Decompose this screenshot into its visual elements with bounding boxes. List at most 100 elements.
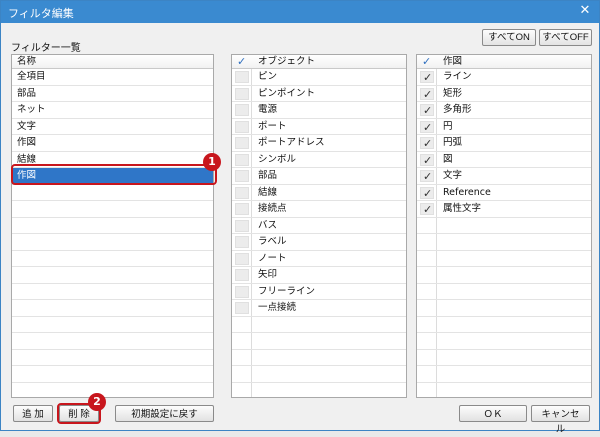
checkbox[interactable]	[235, 252, 249, 265]
checkbox[interactable]	[235, 170, 249, 182]
checklist-row[interactable]: ✓ 矩形	[417, 85, 591, 102]
selected-row-highlight	[11, 164, 217, 185]
checkbox-column	[417, 267, 437, 283]
filter-list-item	[12, 333, 213, 350]
all-off-button[interactable]: すべてOFF	[539, 29, 592, 46]
all-on-button[interactable]: すべてON	[482, 29, 536, 46]
checkbox[interactable]: ✓	[420, 87, 434, 101]
filter-list-item[interactable]: 作図	[12, 135, 213, 152]
checkbox[interactable]: ✓	[420, 153, 434, 167]
check-icon: ✓	[423, 153, 433, 167]
filter-list-item-label: 文字	[17, 120, 37, 132]
filter-list-item	[12, 267, 213, 284]
filter-list-item-label: 作図	[17, 137, 37, 148]
checklist-row[interactable]: 接続点	[232, 201, 406, 218]
checkbox[interactable]	[235, 285, 249, 298]
checklist-row[interactable]: 矢印	[232, 267, 406, 284]
checkbox-column	[417, 349, 437, 365]
checklist-row[interactable]: シンボル	[232, 151, 406, 168]
checklist-label: 属性文字	[443, 203, 482, 214]
check-icon: ✓	[423, 170, 433, 183]
filter-list-panel[interactable]: 名称 全項目 部品 ネット 文字 作図 結線 作図	[11, 54, 214, 398]
checklist-row[interactable]: ポートアドレス	[232, 135, 406, 152]
checkbox[interactable]	[235, 186, 249, 199]
checklist-row	[417, 382, 591, 397]
checklist-row[interactable]: ✓ 多角形	[417, 102, 591, 119]
checklist-row[interactable]: ✓ 図	[417, 151, 591, 168]
checkbox[interactable]	[235, 137, 249, 149]
checkbox[interactable]	[235, 87, 249, 100]
add-button[interactable]: 追 加	[13, 405, 53, 422]
checklist-label: 矢印	[258, 269, 278, 280]
checkbox[interactable]: ✓	[420, 104, 434, 117]
close-icon[interactable]: ✕	[577, 3, 593, 19]
checklist-row[interactable]: ピン	[232, 69, 406, 86]
checkbox[interactable]: ✓	[420, 120, 434, 134]
filter-list-item[interactable]: 全項目	[12, 69, 213, 86]
filter-list-item	[12, 251, 213, 267]
checklist-label: ポート	[258, 120, 287, 132]
filter-list-header: 名称	[12, 55, 213, 69]
checklist-row[interactable]: ✓ 文字	[417, 168, 591, 185]
checkbox[interactable]	[235, 71, 249, 83]
checkbox[interactable]	[235, 219, 249, 232]
checklist-row	[232, 349, 406, 366]
checkbox-column	[417, 250, 437, 266]
checklist-row[interactable]: ポート	[232, 118, 406, 135]
checklist-row	[417, 366, 591, 383]
cancel-button[interactable]: キャンセル	[531, 405, 590, 435]
checklist-row[interactable]: ✓ Reference	[417, 184, 591, 201]
checkbox[interactable]: ✓	[420, 71, 434, 84]
checklist-label: ピンポイント	[258, 87, 316, 99]
reset-defaults-button[interactable]: 初期設定に戻す	[115, 405, 214, 422]
checklist-label: フリーライン	[258, 285, 316, 297]
checklist-label: 接続点	[258, 203, 287, 214]
check-icon: ✓	[423, 120, 433, 134]
checklist-row[interactable]: 電源	[232, 102, 406, 119]
checkbox-column	[417, 283, 437, 299]
checklist-row[interactable]: ✓ ライン	[417, 69, 591, 86]
checklist-row[interactable]: ✓ 円弧	[417, 135, 591, 152]
checklist-row[interactable]: 部品	[232, 168, 406, 185]
drawing-panel[interactable]: ✓ 作図 ✓ ライン ✓ 矩形 ✓ 多角形 ✓ 円 ✓ 円弧 ✓ 図 ✓ 文字 ✓ Reference ✓ 属性文…	[416, 54, 592, 398]
checkbox[interactable]: ✓	[420, 186, 434, 200]
drawing-panel-header: ✓ 作図	[417, 55, 591, 69]
checklist-row[interactable]: ✓ 円	[417, 118, 591, 135]
checklist-row	[417, 217, 591, 234]
checklist-row[interactable]: フリーライン	[232, 283, 406, 300]
filter-list-item	[12, 284, 213, 300]
checklist-row	[417, 333, 591, 350]
filter-list-item	[12, 350, 213, 366]
checkbox-column	[417, 234, 437, 250]
checkbox[interactable]: ✓	[420, 137, 434, 150]
checklist-row[interactable]: ピンポイント	[232, 85, 406, 102]
checkbox[interactable]	[235, 153, 249, 166]
ok-button[interactable]: ＯＫ	[459, 405, 527, 422]
checkbox-column	[417, 217, 437, 233]
checklist-row	[232, 382, 406, 397]
checklist-label: ラベル	[258, 236, 287, 247]
filter-list-item[interactable]: 文字	[12, 119, 213, 135]
checklist-row[interactable]: バス	[232, 217, 406, 234]
checklist-row[interactable]: 一点接続	[232, 300, 406, 317]
checklist-label: Reference	[443, 186, 491, 198]
checklist-label: 結線	[258, 186, 278, 198]
checklist-row	[417, 300, 591, 317]
filter-list-item-label: ネット	[17, 104, 46, 115]
checklist-row[interactable]: ノート	[232, 250, 406, 267]
filter-list-item[interactable]: ネット	[12, 102, 213, 119]
checkbox[interactable]	[235, 236, 249, 248]
checkbox[interactable]: ✓	[420, 170, 434, 183]
checkbox[interactable]	[235, 302, 249, 314]
checklist-row[interactable]: ラベル	[232, 234, 406, 251]
checkbox[interactable]	[235, 104, 249, 116]
checklist-row[interactable]: 結線	[232, 184, 406, 201]
checkbox[interactable]: ✓	[420, 203, 434, 216]
checkbox-column	[232, 316, 252, 332]
checkbox[interactable]	[235, 269, 249, 281]
checkbox[interactable]	[235, 120, 249, 133]
checkbox[interactable]	[235, 203, 249, 215]
checklist-row[interactable]: ✓ 属性文字	[417, 201, 591, 218]
object-panel[interactable]: ✓ オブジェクト ピン ピンポイント 電源 ポート ポートアドレス シンボル 部品 結線 接続点…	[231, 54, 407, 398]
filter-list-item[interactable]: 部品	[12, 86, 213, 102]
